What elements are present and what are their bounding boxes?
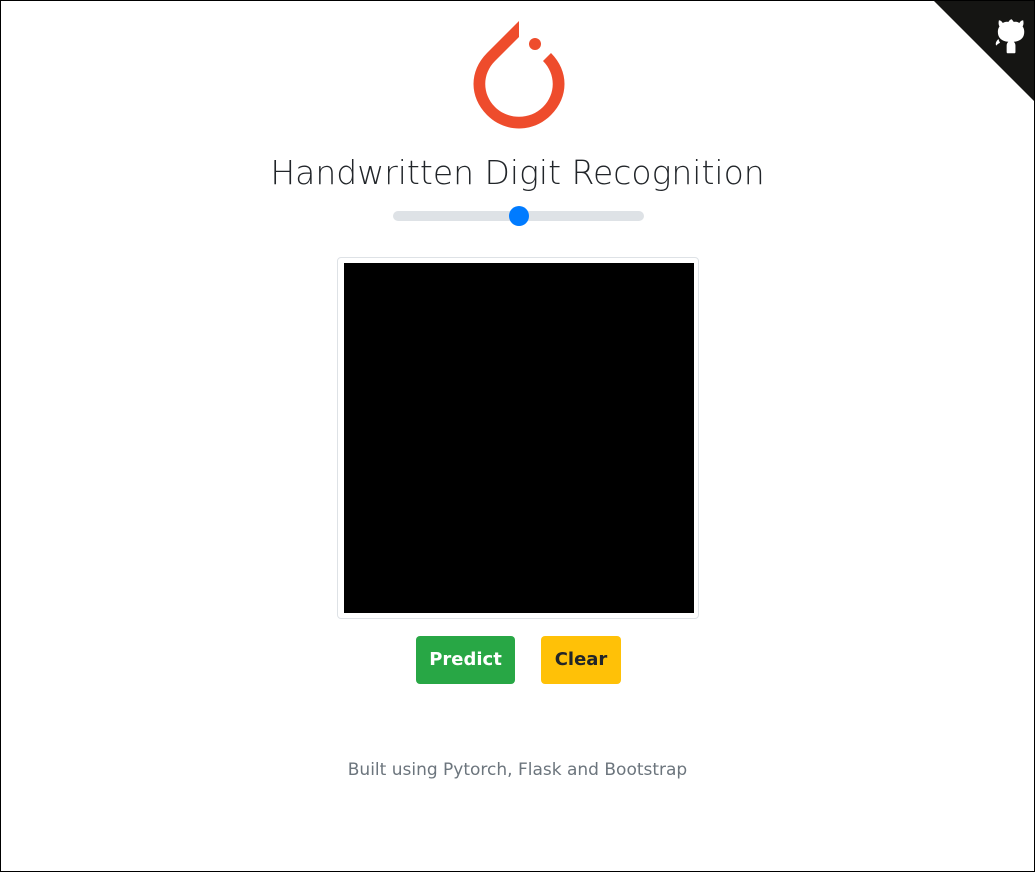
canvas-card: [337, 257, 699, 619]
page-title: Handwritten Digit Recognition: [270, 153, 765, 192]
brush-size-slider[interactable]: [393, 205, 645, 227]
pytorch-logo-icon: [467, 17, 569, 131]
clear-button[interactable]: Clear: [541, 636, 621, 684]
github-corner-link[interactable]: [934, 1, 1034, 101]
slider-thumb[interactable]: [508, 206, 529, 226]
github-corner-background: [934, 1, 1034, 101]
page-frame: Handwritten Digit Recognition Predict Cl…: [0, 0, 1035, 872]
footer-text: Built using Pytorch, Flask and Bootstrap: [347, 760, 688, 780]
github-octocat-icon: [934, 1, 1034, 101]
predict-button[interactable]: Predict: [416, 636, 515, 684]
drawing-canvas[interactable]: [344, 263, 694, 613]
